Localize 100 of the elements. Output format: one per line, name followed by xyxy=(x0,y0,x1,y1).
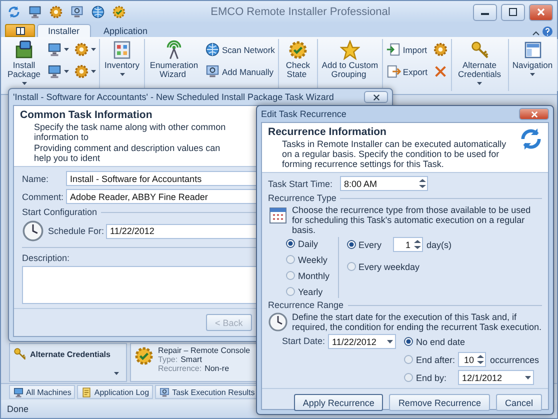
radio-icon[interactable] xyxy=(286,287,295,296)
gear-icon xyxy=(74,64,89,79)
radio-button[interactable]: Daily xyxy=(286,237,330,250)
ribbon-button[interactable]: Add to Custom Grouping xyxy=(318,39,381,91)
bottom-tab[interactable]: Application Log xyxy=(77,385,154,399)
ribbon-tab[interactable]: Installer xyxy=(37,24,91,37)
time-field[interactable]: 8:00 AM xyxy=(340,176,428,191)
ribbon-button[interactable] xyxy=(72,63,98,80)
dialog-button[interactable]: Remove Recurrence xyxy=(389,394,490,411)
spin-arrows-icon[interactable] xyxy=(412,238,422,251)
description-text: Define the start date for the execution of this Task and, if required, the condition for ending the recurrent Task execution. xyxy=(292,312,542,332)
task-title: Repair – Remote Console xyxy=(158,346,250,355)
radio-icon[interactable] xyxy=(286,271,295,280)
radio-button[interactable]: End by: xyxy=(404,371,454,384)
group-label: Start Configuration xyxy=(22,207,98,217)
gear-check-icon xyxy=(288,40,308,60)
ribbon-button[interactable]: Import xyxy=(384,41,430,58)
minimize-button[interactable] xyxy=(473,4,497,20)
quick-access-button[interactable] xyxy=(47,3,65,21)
number-field[interactable]: 10 xyxy=(458,352,486,367)
ribbon-button[interactable]: Enumeration Wizard xyxy=(146,39,202,91)
bottom-tab[interactable]: Task Execution Results xyxy=(155,385,259,399)
radio-button[interactable]: Every xyxy=(346,238,389,251)
field-value: Smart xyxy=(180,355,202,364)
window-title: 'Install - Software for Accountants' - New Scheduled Install Package Task Wizard xyxy=(13,92,334,102)
status-text: Done xyxy=(7,404,29,414)
quick-access-button[interactable] xyxy=(110,3,128,21)
computer-icon xyxy=(13,386,24,398)
computer-icon xyxy=(47,64,62,79)
radio-icon[interactable] xyxy=(346,240,356,249)
application-menu-button[interactable] xyxy=(5,24,35,37)
date-field[interactable]: 11/22/2012 xyxy=(328,334,396,349)
radio-button[interactable]: End after: xyxy=(404,353,454,366)
bottom-tab[interactable]: All Machines xyxy=(9,385,76,399)
window-title: EMCO Remote Installer Professional xyxy=(210,6,392,18)
date-field[interactable]: 12/1/2012 xyxy=(458,370,534,385)
clock-icon xyxy=(268,312,288,332)
description-text: Specify the task name along with other common information to xyxy=(33,122,227,142)
gear-check-icon xyxy=(112,5,126,19)
ribbon-button[interactable]: Scan Network xyxy=(203,41,277,58)
field-label: Recurrence: xyxy=(158,364,202,373)
close-button[interactable] xyxy=(529,4,553,20)
radio-icon[interactable] xyxy=(346,262,356,271)
quick-access-button[interactable] xyxy=(89,3,107,21)
ribbon-button[interactable]: Alternate Credentials xyxy=(452,39,506,91)
ribbon-button[interactable]: Add Manually xyxy=(203,63,277,80)
field-value: Non-re xyxy=(204,364,230,373)
window-icon xyxy=(16,26,24,34)
radio-icon[interactable] xyxy=(404,373,413,382)
close-icon xyxy=(537,8,545,16)
monitor-search-icon xyxy=(205,64,220,79)
dialog-button[interactable]: Cancel xyxy=(496,394,542,411)
description-text: Tasks in Remote Installer can be executed automatically on a regular basis. Specify the condition to be used for forming recurrence settings for this Task. xyxy=(281,139,508,169)
close-button[interactable] xyxy=(364,91,388,103)
radio-icon[interactable] xyxy=(286,239,295,248)
unit-label: day(s) xyxy=(426,240,452,250)
key-icon xyxy=(470,40,490,60)
field-label: Start Date: xyxy=(282,335,324,348)
ribbon-button[interactable]: Check State xyxy=(280,39,316,91)
radio-icon[interactable] xyxy=(404,355,413,364)
description-text: Providing comment and description values can help you to ident xyxy=(33,143,222,163)
radio-button[interactable]: Weekly xyxy=(286,253,330,266)
section-heading: Common Task Information xyxy=(20,109,154,121)
caret-icon xyxy=(114,372,119,376)
calendar-icon xyxy=(268,205,288,225)
monitor-search-icon xyxy=(159,386,170,398)
dialog-button[interactable]: Apply Recurrence xyxy=(294,394,384,411)
spin-arrows-icon[interactable] xyxy=(418,177,427,190)
clock-icon xyxy=(22,220,44,242)
ribbon-button[interactable]: Export xyxy=(384,63,430,80)
radio-button[interactable]: No end date xyxy=(404,335,466,348)
group-label: Recurrence Range xyxy=(268,300,344,310)
radio-icon[interactable] xyxy=(286,255,295,264)
help-icon[interactable] xyxy=(542,26,553,37)
close-icon xyxy=(372,94,380,100)
computer-icon xyxy=(47,42,62,57)
gear-icon xyxy=(432,42,448,57)
number-field[interactable]: 1 xyxy=(392,237,423,252)
task-card[interactable]: Repair – Remote Console Type: Smart Recurrence: Non-re xyxy=(130,343,257,382)
document-icon xyxy=(81,386,92,398)
maximize-button[interactable] xyxy=(501,4,525,20)
globe-icon xyxy=(91,5,105,19)
ribbon-tab[interactable]: Application xyxy=(92,24,159,37)
radio-button[interactable]: Monthly xyxy=(286,269,330,282)
radio-icon[interactable] xyxy=(404,337,413,346)
radio-button[interactable]: Every weekday xyxy=(346,260,420,273)
cross-icon xyxy=(432,64,448,79)
window-icon xyxy=(522,40,542,60)
field-label: Schedule For: xyxy=(48,226,102,236)
ribbon-button[interactable]: Navigation xyxy=(510,39,556,91)
star-icon xyxy=(340,40,360,60)
field-label: Task Start Time: xyxy=(268,178,334,188)
spin-arrows-icon[interactable] xyxy=(476,353,485,366)
ribbon-button[interactable] xyxy=(72,41,98,58)
radio-button[interactable]: Yearly xyxy=(286,285,330,298)
close-button[interactable] xyxy=(519,108,549,120)
gear-icon xyxy=(49,5,63,19)
package-icon xyxy=(14,40,34,60)
field-label: Description: xyxy=(22,253,71,263)
collapse-icon[interactable] xyxy=(532,29,540,37)
